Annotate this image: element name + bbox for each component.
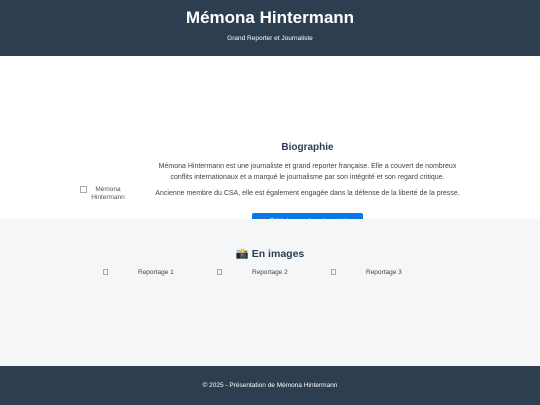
broken-image-icon [331, 269, 336, 276]
gallery-section: 📸 En images Reportage 1 Reportage 2 Repo… [0, 219, 540, 366]
biography-paragraph-1: Mémona Hintermann est une journaliste et… [158, 163, 457, 181]
gallery-image-alt: Reportage 1 [138, 269, 174, 276]
gallery-image-alt: Reportage 3 [366, 269, 402, 276]
site-header: Mémona Hintermann Grand Reporter et Jour… [0, 0, 540, 56]
biography-section: Mémona Hintermann Biographie Mémona Hint… [0, 56, 540, 230]
portrait-image: Mémona Hintermann [80, 186, 130, 202]
biography-title: Biographie [281, 142, 334, 153]
gallery-image-3[interactable]: Reportage 3 [331, 269, 411, 276]
gallery-image-2[interactable]: Reportage 2 [217, 269, 297, 276]
gallery-title: 📸 En images [235, 248, 305, 260]
gallery-image-1[interactable]: Reportage 1 [103, 269, 183, 276]
portrait-alt-text: Mémona Hintermann [91, 186, 125, 201]
broken-image-icon [217, 269, 222, 276]
footer-text: © 2025 - Présentation de Mémona Hinterma… [202, 382, 338, 389]
broken-image-icon [103, 269, 108, 276]
biography-paragraph-2: Ancienne membre du CSA, elle est égaleme… [155, 190, 460, 197]
page-subtitle: Grand Reporter et Journaliste [227, 35, 313, 42]
broken-image-icon [80, 186, 87, 193]
biography-content: Biographie Mémona Hintermann est une jou… [150, 142, 465, 230]
gallery-image-alt: Reportage 2 [252, 269, 288, 276]
site-footer: © 2025 - Présentation de Mémona Hinterma… [0, 366, 540, 405]
page-title: Mémona Hintermann [185, 8, 355, 27]
